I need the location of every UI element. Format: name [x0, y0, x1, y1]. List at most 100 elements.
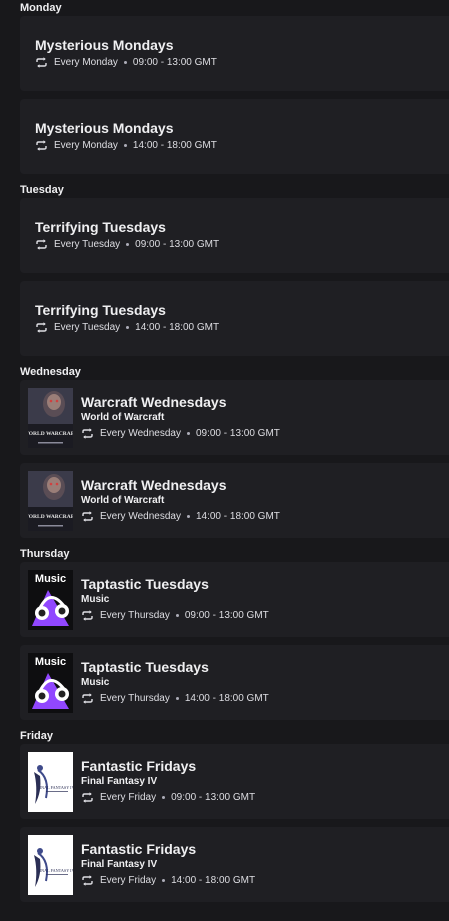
- event-time: 14:00 - 18:00 GMT: [184, 692, 269, 704]
- final-fantasy-iv-box-art: FINAL FANTASY IV: [28, 834, 73, 895]
- event-recurrence: Every Tuesday: [54, 321, 121, 333]
- event-title: Mysterious Mondays: [35, 36, 174, 53]
- event-title: Mysterious Mondays: [35, 119, 174, 136]
- event-title: Taptastic Tuesdays: [81, 575, 209, 592]
- world-of-warcraft-box-art: WORLD WARCRAFT: [28, 470, 73, 531]
- repeat-icon: [36, 57, 47, 68]
- event-title: Fantastic Fridays: [81, 840, 197, 857]
- separator-dot: [123, 144, 127, 147]
- repeat-icon: [36, 322, 47, 333]
- separator-dot: [175, 614, 179, 617]
- art-caption: WORLD WARCRAFT: [28, 514, 73, 520]
- event-title: Warcraft Wednesdays: [81, 476, 227, 493]
- schedule-event-card[interactable]: Music Taptastic Tuesdays Music Every Thursd…: [20, 645, 449, 720]
- final-fantasy-iv-box-art: FINAL FANTASY IV: [28, 751, 73, 812]
- schedule-event-card[interactable]: FINAL FANTASY IV Fantastic Fridays Final F…: [20, 744, 449, 819]
- art-caption: FINAL FANTASY IV: [37, 785, 73, 790]
- schedule-event-card[interactable]: WORLD WARCRAFT Warcraft WednesdaysWorld o…: [20, 380, 449, 455]
- category-art: FINAL FANTASY IV: [28, 751, 73, 812]
- category-art: FINAL FANTASY IV: [28, 834, 73, 895]
- repeat-icon: [82, 610, 93, 621]
- event-recurrence: Every Wednesday: [100, 427, 181, 439]
- event-schedule: Every Tuesday 09:00 - 13:00 GMT: [35, 237, 219, 253]
- repeat-icon: [82, 792, 93, 803]
- art-caption: FINAL FANTASY IV: [37, 868, 73, 873]
- category-art: WORLD WARCRAFT: [28, 387, 73, 448]
- schedule-event-card[interactable]: WORLD WARCRAFT Warcraft WednesdaysWorld o…: [20, 463, 449, 538]
- event-category[interactable]: Final Fantasy IV: [81, 858, 255, 872]
- event-time: 09:00 - 13:00 GMT: [171, 791, 256, 803]
- day-header-friday: Friday: [20, 730, 54, 742]
- music-category-art: Music: [28, 652, 73, 713]
- day-header-monday: Monday: [20, 2, 62, 14]
- separator-dot: [162, 796, 166, 799]
- event-category[interactable]: World of Warcraft: [81, 411, 280, 425]
- event-recurrence: Every Tuesday: [54, 238, 121, 250]
- event-title: Terrifying Tuesdays: [35, 218, 166, 235]
- event-recurrence: Every Friday: [100, 874, 157, 886]
- schedule-event-card[interactable]: Mysterious Mondays Every Monday 09:00 - 13…: [20, 16, 449, 91]
- event-time: 09:00 - 13:00 GMT: [132, 56, 217, 68]
- event-title: Terrifying Tuesdays: [35, 301, 166, 318]
- event-schedule: Every Friday 09:00 - 13:00 GMT: [81, 790, 255, 806]
- event-schedule: Every Tuesday 14:00 - 18:00 GMT: [35, 320, 219, 336]
- event-info: Warcraft Wednesdays World of Warcraft Ever…: [81, 477, 280, 525]
- event-schedule: Every Wednesday 14:00 - 18:00 GMT: [81, 509, 280, 525]
- schedule-event-card[interactable]: Terrifying Tuesdays Every Tuesday 14:00 - …: [20, 281, 449, 356]
- art-caption: Music: [35, 573, 66, 585]
- event-time: 14:00 - 18:00 GMT: [132, 139, 217, 151]
- world-of-warcraft-box-art: WORLD WARCRAFT: [28, 387, 73, 448]
- event-category[interactable]: Music: [81, 593, 269, 607]
- schedule-event-card[interactable]: Mysterious Mondays Every Monday 14:00 - 18…: [20, 99, 449, 174]
- event-title: Warcraft Wednesdays: [81, 393, 227, 410]
- separator-dot: [186, 515, 190, 518]
- schedule-list: Monday Mysterious Mondays Every Monday 09:0…: [0, 0, 449, 902]
- repeat-icon: [82, 428, 93, 439]
- category-art: Music: [28, 652, 73, 713]
- event-category[interactable]: Music: [81, 676, 269, 690]
- event-time: 09:00 - 13:00 GMT: [135, 238, 220, 250]
- music-category-art: Music: [28, 569, 73, 630]
- art-caption: Music: [35, 656, 66, 668]
- repeat-icon: [82, 875, 93, 886]
- event-recurrence: Every Wednesday: [100, 510, 181, 522]
- event-recurrence: Every Monday: [54, 139, 118, 151]
- day-header-tuesday: Tuesday: [20, 184, 64, 196]
- event-schedule: Every Wednesday 09:00 - 13:00 GMT: [81, 426, 280, 442]
- schedule-event-card[interactable]: Music Taptastic Tuesdays Music Every Thursd…: [20, 562, 449, 637]
- event-info: Terrifying Tuesdays Every Tuesday 09:00 - …: [35, 219, 219, 253]
- category-art: WORLD WARCRAFT: [28, 470, 73, 531]
- event-info: Fantastic Fridays Final Fantasy IV Every F…: [81, 841, 255, 889]
- event-recurrence: Every Friday: [100, 791, 157, 803]
- day-header-wednesday: Wednesday: [20, 366, 81, 378]
- event-info: Terrifying Tuesdays Every Tuesday 14:00 - …: [35, 302, 219, 336]
- event-info: Fantastic Fridays Final Fantasy IV Every F…: [81, 758, 255, 806]
- schedule-event-card[interactable]: FINAL FANTASY IV Fantastic Fridays Final F…: [20, 827, 449, 902]
- event-recurrence: Every Thursday: [100, 609, 170, 621]
- art-caption: WORLD WARCRAFT: [28, 431, 73, 437]
- event-info: Mysterious Mondays Every Monday 14:00 - 18…: [35, 120, 217, 154]
- event-info: Taptastic Tuesdays Music Every Thursday 14:…: [81, 659, 269, 707]
- category-art: Music: [28, 569, 73, 630]
- event-title: Fantastic Fridays: [81, 757, 197, 774]
- event-schedule: Every Monday 09:00 - 13:00 GMT: [35, 55, 217, 71]
- repeat-icon: [36, 239, 47, 250]
- event-schedule: Every Thursday 14:00 - 18:00 GMT: [81, 691, 269, 707]
- event-info: Mysterious Mondays Every Monday 09:00 - 13…: [35, 37, 217, 71]
- separator-dot: [126, 326, 130, 329]
- separator-dot: [175, 697, 179, 700]
- event-time: 14:00 - 18:00 GMT: [135, 321, 220, 333]
- event-time: 14:00 - 18:00 GMT: [195, 510, 280, 522]
- event-time: 09:00 - 13:00 GMT: [195, 427, 280, 439]
- event-schedule: Every Friday 14:00 - 18:00 GMT: [81, 873, 255, 889]
- event-recurrence: Every Monday: [54, 56, 118, 68]
- schedule-event-card[interactable]: Terrifying Tuesdays Every Tuesday 09:00 - …: [20, 198, 449, 273]
- event-info: Warcraft Wednesdays World of Warcraft Ever…: [81, 394, 280, 442]
- event-category[interactable]: World of Warcraft: [81, 494, 280, 508]
- repeat-icon: [82, 693, 93, 704]
- event-title: Taptastic Tuesdays: [81, 658, 209, 675]
- event-recurrence: Every Thursday: [100, 692, 170, 704]
- event-time: 09:00 - 13:00 GMT: [184, 609, 269, 621]
- event-schedule: Every Thursday 09:00 - 13:00 GMT: [81, 608, 269, 624]
- event-category[interactable]: Final Fantasy IV: [81, 775, 255, 789]
